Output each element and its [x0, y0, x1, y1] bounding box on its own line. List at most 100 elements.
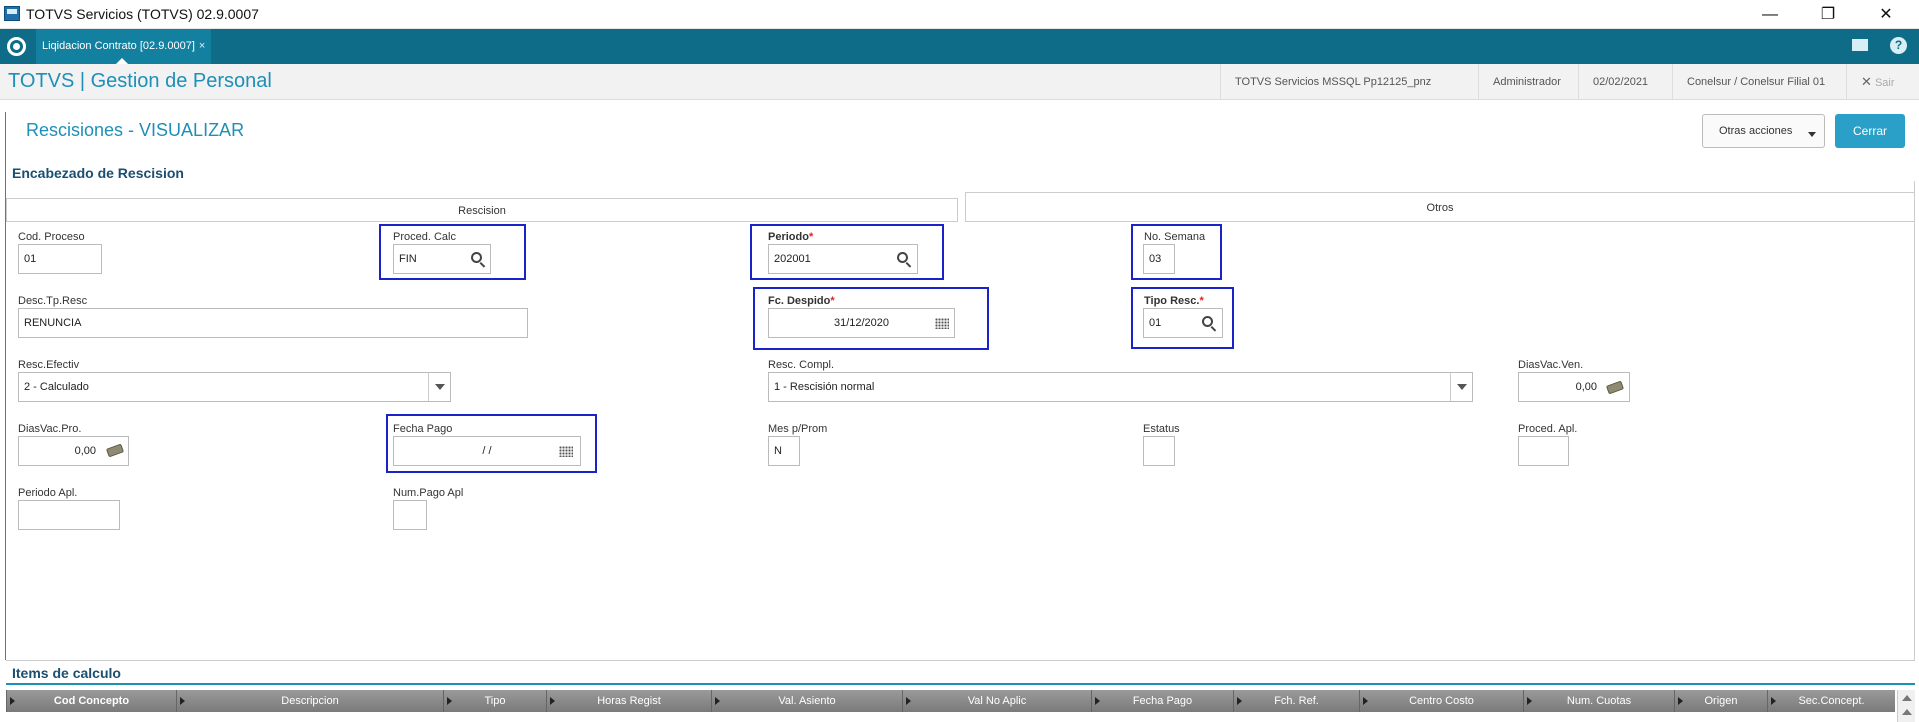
sort-icon [550, 697, 555, 705]
column-header-label: Tipo [484, 695, 506, 707]
items-grid-header: Cod Concepto Descripcion Tipo Horas Regi… [6, 690, 1895, 712]
column-header[interactable]: Centro Costo [1359, 690, 1523, 712]
fecha-pago-field[interactable]: / / [393, 436, 581, 466]
sort-icon [1771, 697, 1776, 705]
close-window-button[interactable]: ✕ [1863, 2, 1909, 28]
column-header-label: Num. Cuotas [1566, 695, 1632, 707]
required-mark: * [1199, 295, 1204, 307]
user-label: Administrador [1478, 64, 1575, 100]
column-header-label: Fch. Ref. [1274, 695, 1319, 707]
column-header[interactable]: Fch. Ref. [1233, 690, 1359, 712]
calendar-icon[interactable] [559, 446, 573, 457]
cod-proceso-label: Cod. Proceso [18, 231, 85, 243]
form-area [6, 181, 1915, 661]
sort-icon [715, 697, 720, 705]
column-header[interactable]: Fecha Pago [1091, 690, 1233, 712]
periodo-label-text: Periodo [768, 231, 809, 243]
resc-efectiv-label: Resc.Efectiv [18, 359, 80, 371]
other-actions-button[interactable]: Otras acciones [1702, 114, 1825, 148]
column-header[interactable]: Val. Asiento [711, 690, 902, 712]
column-header-label: Sec.Concept. [1798, 695, 1865, 707]
proced-apl-field[interactable] [1518, 436, 1569, 466]
resc-compl-label: Resc. Compl. [768, 359, 835, 371]
sort-icon [447, 697, 452, 705]
required-mark: * [830, 295, 835, 307]
chevron-down-icon [1808, 132, 1816, 137]
column-header[interactable]: Tipo [443, 690, 546, 712]
no-semana-field[interactable]: 03 [1143, 244, 1175, 274]
search-icon[interactable] [897, 252, 908, 263]
app-icon [4, 6, 20, 21]
company-label: Conelsur / Conelsur Filial 01 [1672, 64, 1839, 100]
date-label: 02/02/2021 [1578, 64, 1662, 100]
environment-label: TOTVS Servicios MSSQL Pp12125_pnz [1220, 64, 1445, 100]
sort-icon [1363, 697, 1368, 705]
module-header: TOTVS | Gestion de Personal TOTVS Servic… [0, 64, 1919, 100]
required-mark: * [808, 231, 814, 243]
dias-vac-pro-label: DiasVac.Pro. [18, 423, 82, 435]
tipo-resc-label: Tipo Resc.* [1144, 295, 1204, 307]
no-semana-label: No. Semana [1144, 231, 1206, 243]
chevron-down-icon[interactable] [1450, 373, 1472, 401]
close-button[interactable]: Cerrar [1835, 114, 1905, 148]
help-icon[interactable]: ? [1890, 37, 1907, 54]
column-header-label: Origen [1704, 695, 1738, 707]
totvs-logo-icon[interactable] [7, 37, 26, 56]
module-title: TOTVS | Gestion de Personal [8, 70, 272, 92]
tab-close-icon[interactable]: × [199, 40, 205, 52]
tab-rescision[interactable]: Rescision [6, 198, 958, 222]
tab-otros[interactable]: Otros [965, 192, 1915, 222]
page-header: Rescisiones - VISUALIZAR Otras acciones … [0, 100, 1919, 160]
tab-label: Liqidacion Contrato [02.9.0007] [42, 40, 195, 52]
column-header-label: Horas Regist [597, 695, 661, 707]
mes-p-prom-label: Mes p/Prom [768, 423, 828, 435]
num-pago-apl-label: Num.Pago Apl [393, 487, 464, 499]
column-header-label: Fecha Pago [1132, 695, 1193, 707]
resc-efectiv-select[interactable]: 2 - Calculado [18, 372, 451, 402]
periodo-apl-label: Periodo Apl. [18, 487, 78, 499]
search-icon[interactable] [471, 252, 482, 263]
desc-tp-resc-field[interactable]: RENUNCIA [18, 308, 528, 338]
column-header-label: Val. Asiento [778, 695, 836, 707]
column-header[interactable]: Num. Cuotas [1523, 690, 1674, 712]
sort-icon [906, 697, 911, 705]
mes-p-prom-field[interactable]: N [768, 436, 800, 466]
dias-vac-ven-label: DiasVac.Ven. [1518, 359, 1584, 371]
mail-icon[interactable] [1852, 39, 1868, 51]
sort-icon [1678, 697, 1683, 705]
logout-icon: ✕ [1861, 74, 1872, 89]
estatus-field[interactable] [1143, 436, 1175, 466]
proced-calc-label: Proced. Calc [393, 231, 456, 243]
calendar-icon[interactable] [935, 318, 949, 329]
cod-proceso-field[interactable]: 01 [18, 244, 102, 274]
column-header[interactable]: Descripcion [176, 690, 443, 712]
column-header[interactable]: Sec.Concept. [1767, 690, 1895, 712]
vertical-scrollbar[interactable] [1897, 690, 1915, 722]
num-pago-apl-field[interactable] [393, 500, 427, 530]
scroll-up-icon[interactable] [1902, 695, 1912, 701]
proced-apl-label: Proced. Apl. [1518, 423, 1578, 435]
section-divider [6, 683, 1915, 685]
minimize-button[interactable]: — [1747, 2, 1793, 28]
sort-icon [1237, 697, 1242, 705]
restore-button[interactable]: ❐ [1805, 2, 1851, 28]
periodo-field[interactable]: 202001 [768, 244, 918, 274]
column-header[interactable]: Val No Aplic [902, 690, 1091, 712]
column-header[interactable]: Cod Concepto [6, 690, 176, 712]
sort-icon [180, 697, 185, 705]
search-icon[interactable] [1202, 316, 1213, 327]
column-header[interactable]: Horas Regist [546, 690, 711, 712]
periodo-apl-field[interactable] [18, 500, 120, 530]
scroll-up-icon[interactable] [1902, 709, 1912, 715]
resc-compl-select[interactable]: 1 - Rescisión normal [768, 372, 1473, 402]
fc-despido-field[interactable]: 31/12/2020 [768, 308, 955, 338]
logout-button[interactable]: ✕ Sair [1846, 64, 1909, 100]
sort-icon [1095, 697, 1100, 705]
column-header-label: Val No Aplic [967, 695, 1027, 707]
desc-tp-resc-label: Desc.Tp.Resc [18, 295, 88, 307]
column-header-label: Centro Costo [1409, 695, 1474, 707]
window-titlebar: TOTVS Servicios (TOTVS) 02.9.0007 — ❐ ✕ [0, 0, 1919, 29]
chevron-down-icon[interactable] [428, 373, 450, 401]
column-header[interactable]: Origen [1674, 690, 1767, 712]
column-header-label: Cod Concepto [53, 695, 130, 707]
